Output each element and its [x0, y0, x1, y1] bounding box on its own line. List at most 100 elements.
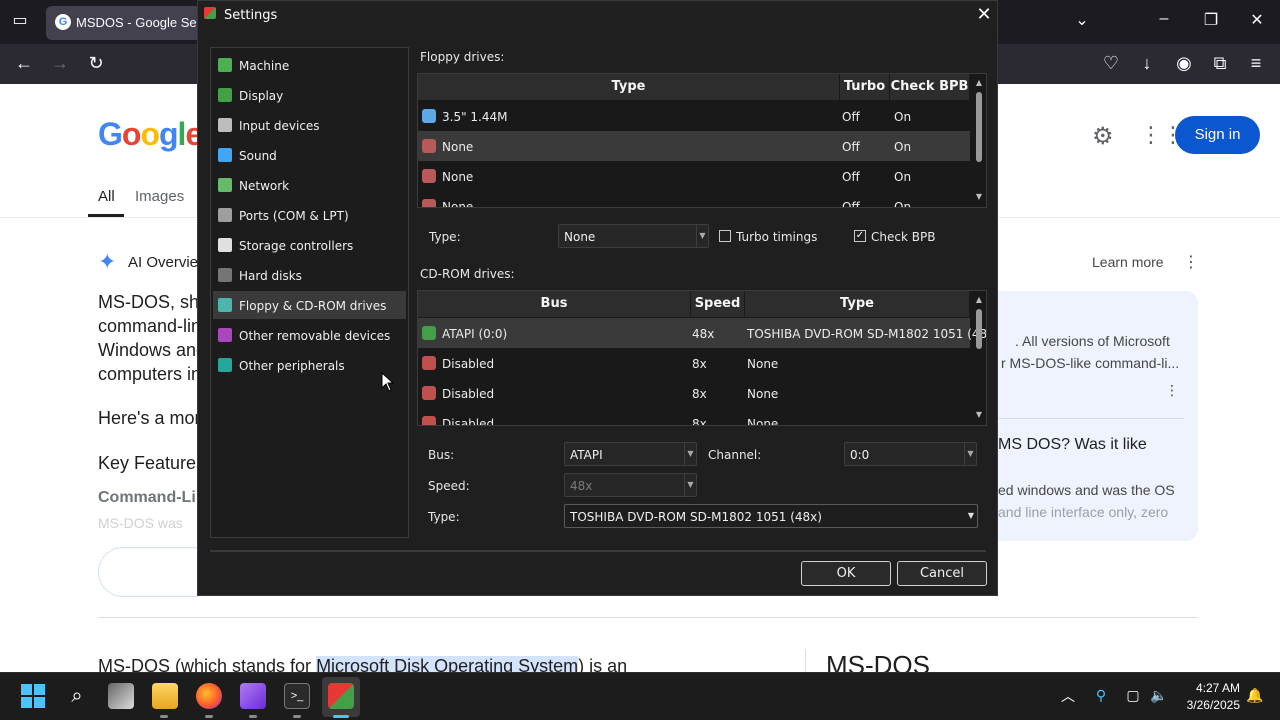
learn-more-link[interactable]: Learn more — [1092, 254, 1164, 270]
visual-studio-icon[interactable] — [240, 683, 266, 709]
tab-list-icon[interactable]: ▭ — [8, 10, 32, 30]
cdrom-scrollbar[interactable]: ▲ ▼ — [974, 295, 984, 423]
firefox-icon[interactable] — [196, 683, 222, 709]
dialog-title-bar[interactable]: Settings ✕ — [198, 1, 997, 29]
table-row[interactable]: None Off On — [418, 131, 970, 161]
category-item[interactable]: Storage controllers — [213, 231, 406, 259]
table-row[interactable]: Disabled 8x None — [418, 408, 970, 425]
scroll-up-icon[interactable]: ▲ — [974, 295, 984, 304]
reload-icon[interactable]: ↻ — [84, 53, 108, 74]
category-item[interactable]: Other removable devices — [213, 321, 406, 349]
turbo-timings-checkbox[interactable] — [719, 230, 731, 242]
column-header-turbo[interactable]: Turbo — [840, 74, 890, 100]
scroll-up-icon[interactable]: ▲ — [974, 78, 984, 87]
category-item[interactable]: Floppy & CD-ROM drives — [213, 291, 406, 319]
bus-select[interactable]: ATAPI ▼ — [564, 442, 697, 466]
table-row[interactable]: ATAPI (0:0) 48x TOSHIBA DVD-ROM SD-M1802 1… — [418, 318, 986, 348]
tab-images[interactable]: Images — [135, 188, 184, 205]
back-icon[interactable]: ← — [12, 53, 36, 74]
scroll-down-icon[interactable]: ▼ — [974, 192, 984, 201]
clock-time[interactable]: 4:27 AM — [1188, 681, 1240, 695]
column-header-speed[interactable]: Speed — [691, 291, 745, 317]
ok-button[interactable]: OK — [801, 561, 891, 586]
check-bpb-checkbox[interactable]: ✓ — [854, 230, 866, 242]
cdrom-type-select[interactable]: TOSHIBA DVD-ROM SD-M1802 1051 (48x) ▼ — [564, 504, 978, 528]
cancel-button[interactable]: Cancel — [897, 561, 987, 586]
category-item[interactable]: Hard disks — [213, 261, 406, 289]
source-options-icon[interactable]: ⋮ — [1165, 382, 1179, 399]
windows-logo-icon — [21, 684, 45, 708]
account-icon[interactable]: ◉ — [1172, 53, 1196, 74]
terminal-icon[interactable]: >_ — [284, 683, 310, 709]
highlighted-term[interactable]: Microsoft Disk Operating System — [316, 656, 579, 672]
floppy-table[interactable]: Type Turbo Check BPB 3.5" 1.44M Off On None… — [417, 73, 987, 208]
table-row[interactable]: 3.5" 1.44M Off On — [418, 101, 970, 131]
table-row[interactable]: Disabled 8x None — [418, 378, 970, 408]
table-cell: On — [894, 170, 912, 184]
file-explorer-icon[interactable] — [152, 683, 178, 709]
floppy-scrollbar[interactable]: ▲ ▼ — [974, 78, 984, 205]
category-item[interactable]: Display — [213, 81, 406, 109]
column-header-check-bpb[interactable]: Check BPB — [890, 74, 970, 100]
overview-line: computers in — [98, 364, 202, 384]
google-logo[interactable]: Google — [98, 116, 203, 153]
search-icon[interactable]: ⌕ — [64, 683, 90, 709]
column-header-type[interactable]: Type — [745, 291, 970, 317]
more-options-icon[interactable]: ⋮ — [1183, 252, 1199, 272]
category-icon — [218, 328, 232, 342]
category-item[interactable]: Machine — [213, 51, 406, 79]
extensions-icon[interactable]: ⧉ — [1208, 53, 1232, 74]
speed-select[interactable]: 48x ▼ — [564, 473, 697, 497]
scroll-thumb[interactable] — [976, 92, 982, 162]
column-header-bus[interactable]: Bus — [418, 291, 691, 317]
category-item[interactable]: Ports (COM & LPT) — [213, 201, 406, 229]
task-view-icon[interactable] — [108, 683, 134, 709]
turbo-timings-label[interactable]: Turbo timings — [736, 230, 817, 244]
download-icon[interactable]: ↓ — [1135, 53, 1159, 74]
column-header-type[interactable]: Type — [418, 74, 840, 100]
floppy-type-select[interactable]: None ▼ — [558, 224, 709, 248]
table-row[interactable]: None Off On — [418, 161, 970, 191]
chevron-down-icon[interactable]: ▼ — [684, 443, 696, 465]
table-cell: Disabled — [442, 387, 495, 401]
menu-icon[interactable]: ≡ — [1244, 53, 1268, 74]
table-row[interactable]: Disabled 8x None — [418, 348, 970, 378]
table-cell: None — [442, 200, 474, 208]
check-bpb-label[interactable]: Check BPB — [871, 230, 935, 244]
scroll-down-icon[interactable]: ▼ — [974, 410, 984, 419]
sign-in-button[interactable]: Sign in — [1175, 116, 1260, 154]
86box-icon[interactable] — [328, 683, 354, 709]
start-button[interactable] — [20, 683, 46, 709]
chevron-down-icon[interactable]: ▼ — [964, 443, 976, 465]
chevron-down-icon[interactable]: ▼ — [965, 505, 977, 527]
category-item[interactable]: Input devices — [213, 111, 406, 139]
window-close-icon[interactable]: ✕ — [1245, 10, 1269, 30]
volume-icon[interactable]: 🔈 — [1150, 687, 1167, 703]
cdrom-table[interactable]: Bus Speed Type ATAPI (0:0) 48x TOSHIBA DVD… — [417, 290, 987, 426]
related-question[interactable]: MS DOS? Was it like — [998, 436, 1147, 454]
browser-tab[interactable]: G MSDOS - Google Search — [46, 6, 206, 40]
gear-icon[interactable]: ⚙ — [1092, 122, 1114, 151]
category-item[interactable]: Sound — [213, 141, 406, 169]
chevron-down-icon[interactable]: ⌄ — [1070, 10, 1094, 30]
chevron-down-icon[interactable]: ▼ — [696, 225, 708, 247]
minimize-icon[interactable]: – — [1152, 10, 1176, 28]
close-icon[interactable]: ✕ — [974, 4, 994, 25]
chevron-up-icon[interactable]: ︿ — [1061, 686, 1075, 706]
pocket-icon[interactable]: ♡ — [1099, 53, 1123, 74]
chevron-down-icon[interactable]: ▼ — [684, 474, 696, 496]
tab-all[interactable]: All — [98, 188, 115, 205]
category-item[interactable]: Other peripherals — [213, 351, 406, 379]
network-icon[interactable]: ▢ — [1125, 687, 1141, 703]
channel-select[interactable]: 0:0 ▼ — [844, 442, 977, 466]
clock-date[interactable]: 3/26/2025 — [1178, 698, 1240, 712]
category-list[interactable]: Machine Display Input devices Sound Network P… — [210, 47, 409, 538]
table-row[interactable]: None Off On — [418, 191, 970, 208]
bluetooth-icon[interactable]: ⚲ — [1093, 687, 1109, 703]
forward-icon[interactable]: → — [48, 53, 72, 74]
restore-icon[interactable]: ❐ — [1199, 10, 1223, 30]
category-icon — [218, 298, 232, 312]
notifications-icon[interactable]: 🔔 — [1246, 687, 1263, 703]
category-item[interactable]: Network — [213, 171, 406, 199]
scroll-thumb[interactable] — [976, 309, 982, 349]
